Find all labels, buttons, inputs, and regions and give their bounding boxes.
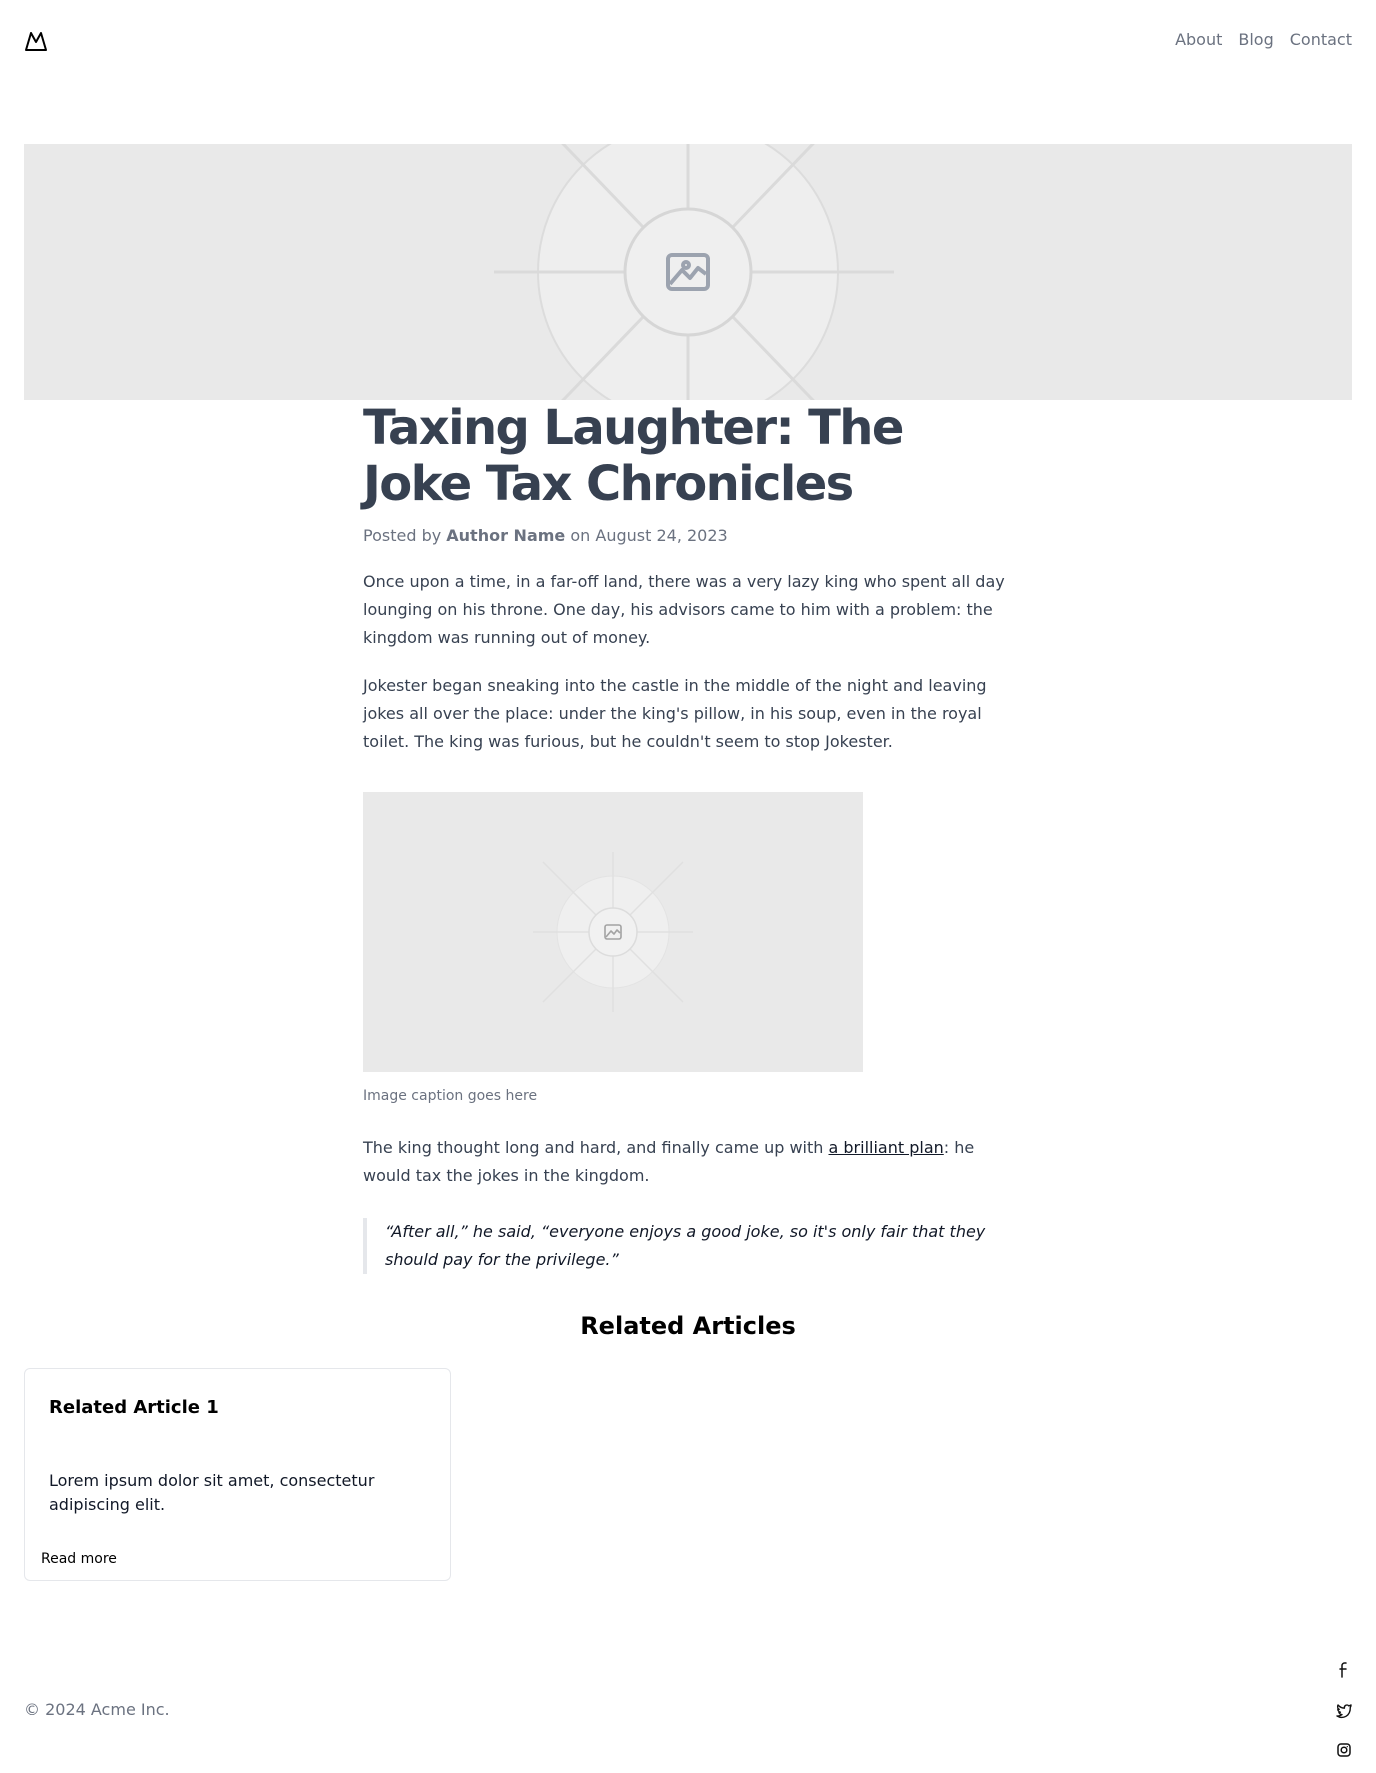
related-article-card[interactable]: Related Article 1 Lorem ipsum dolor sit … xyxy=(24,1368,451,1581)
figure-image-placeholder xyxy=(363,792,863,1072)
copyright-text: © 2024 Acme Inc. xyxy=(24,1700,170,1719)
post-date: August 24, 2023 xyxy=(595,526,728,545)
article-blockquote: “After all,” he said, “everyone enjoys a… xyxy=(363,1218,1013,1274)
author-name: Author Name xyxy=(446,526,566,545)
article-title: Taxing Laughter: The Joke Tax Chronicles xyxy=(363,400,904,512)
hero-image-placeholder xyxy=(24,144,1352,400)
social-links xyxy=(1336,1660,1352,1760)
paragraph-text: The king thought long and hard, and fina… xyxy=(363,1138,829,1157)
site-header: About Blog Contact xyxy=(24,0,1352,80)
mountain-icon[interactable] xyxy=(24,29,48,53)
nav-blog-link[interactable]: Blog xyxy=(1238,28,1273,52)
meta-prefix: Posted by xyxy=(363,526,442,545)
image-placeholder-icon xyxy=(533,852,693,1012)
instagram-icon[interactable] xyxy=(1336,1740,1352,1760)
article-paragraph: Jokester began sneaking into the castle … xyxy=(363,676,987,751)
card-title: Related Article 1 xyxy=(49,1397,219,1418)
card-text: Lorem ipsum dolor sit amet, consectetur … xyxy=(49,1471,375,1514)
image-placeholder-icon xyxy=(494,144,894,400)
related-articles-heading: Related Articles xyxy=(580,1312,796,1340)
nav-about-link[interactable]: About xyxy=(1175,28,1222,52)
article-paragraph: Once upon a time, in a far-off land, the… xyxy=(363,572,1005,647)
nav-contact-link[interactable]: Contact xyxy=(1290,28,1352,52)
article: Taxing Laughter: The Joke Tax Chronicles… xyxy=(363,400,1013,1274)
twitter-icon[interactable] xyxy=(1336,1700,1352,1720)
figure-caption: Image caption goes here xyxy=(363,1088,538,1104)
meta-middle: on xyxy=(570,526,591,545)
article-paragraph: The king thought long and hard, and fina… xyxy=(363,1134,1013,1190)
brilliant-plan-link[interactable]: a brilliant plan xyxy=(829,1138,944,1157)
read-more-link[interactable]: Read more xyxy=(41,1549,117,1569)
facebook-icon[interactable] xyxy=(1336,1660,1352,1680)
top-nav: About Blog Contact xyxy=(1175,28,1352,52)
article-figure: Image caption goes here xyxy=(363,792,1013,1106)
article-meta: Posted by Author Name on August 24, 2023 xyxy=(363,524,1013,548)
